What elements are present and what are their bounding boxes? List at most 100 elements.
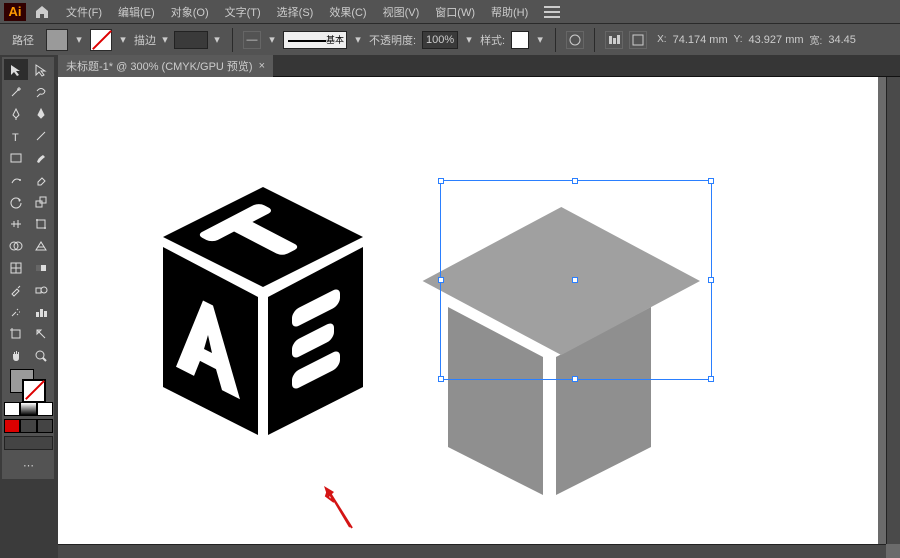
separator (594, 28, 595, 52)
shaper-tool[interactable] (4, 169, 28, 190)
opacity-dropdown-icon[interactable]: ▾ (464, 29, 474, 51)
menu-edit[interactable]: 编辑(E) (110, 1, 163, 23)
recolor-icon[interactable] (566, 31, 584, 49)
stroke-weight-group: 描边 ▾ ▾ (134, 29, 222, 51)
stroke-panel-icon[interactable]: ▾ (160, 29, 170, 51)
stroke-indicator[interactable] (22, 379, 46, 403)
stroke-dropdown-icon[interactable]: ▾ (118, 29, 128, 51)
document-tab[interactable]: 未标题-1* @ 300% (CMYK/GPU 预览) × (58, 55, 273, 77)
handle-s[interactable] (572, 376, 578, 382)
draw-normal[interactable] (4, 419, 20, 433)
w-label: 宽: (810, 32, 823, 47)
slice-tool[interactable] (29, 323, 53, 344)
home-icon[interactable] (34, 4, 50, 20)
transform-icon[interactable] (629, 31, 647, 49)
blend-tool[interactable] (29, 279, 53, 300)
menu-window[interactable]: 窗口(W) (427, 1, 483, 23)
width-profile[interactable]: 基本 (283, 31, 347, 49)
artboard-tool[interactable] (4, 323, 28, 344)
curvature-tool[interactable] (29, 103, 53, 124)
opacity-label: 不透明度: (369, 32, 416, 48)
draw-behind[interactable] (20, 419, 36, 433)
handle-center[interactable] (572, 277, 578, 283)
style-swatch[interactable] (511, 31, 529, 49)
menu-object[interactable]: 对象(O) (163, 1, 217, 23)
free-transform-tool[interactable] (29, 213, 53, 234)
pen-tool[interactable] (4, 103, 28, 124)
svg-text:T: T (12, 132, 19, 143)
rectangle-tool[interactable] (4, 147, 28, 168)
mesh-tool[interactable] (4, 257, 28, 278)
y-label: Y: (734, 34, 743, 45)
selection-tool[interactable] (4, 59, 28, 80)
align-icon[interactable] (605, 31, 623, 49)
handle-sw[interactable] (438, 376, 444, 382)
app-logo: Ai (4, 3, 26, 21)
y-value[interactable]: 43.927 mm (749, 34, 804, 46)
fill-swatch[interactable] (46, 29, 68, 51)
profile-dropdown-icon[interactable]: ▾ (353, 29, 363, 51)
hand-tool[interactable] (4, 345, 28, 366)
stroke-weight-dropdown-icon[interactable]: ▾ (212, 29, 222, 51)
scale-tool[interactable] (29, 191, 53, 212)
symbol-sprayer-tool[interactable] (4, 301, 28, 322)
menu-type[interactable]: 文字(T) (217, 1, 269, 23)
type-tool[interactable]: T (4, 125, 28, 146)
stroke-label: 描边 (134, 32, 156, 48)
line-tool[interactable] (29, 125, 53, 146)
opacity-input[interactable]: 100% (422, 31, 458, 49)
color-mode-none[interactable] (37, 402, 53, 416)
scrollbar-vertical[interactable] (886, 77, 900, 544)
handle-se[interactable] (708, 376, 714, 382)
menu-effect[interactable]: 效果(C) (321, 1, 374, 23)
layout-menu-icon[interactable] (544, 6, 560, 18)
eraser-tool[interactable] (29, 169, 53, 190)
style-label: 样式: (480, 32, 505, 48)
gradient-tool[interactable] (29, 257, 53, 278)
handle-n[interactable] (572, 178, 578, 184)
menu-select[interactable]: 选择(S) (269, 1, 322, 23)
stroke-swatch-none[interactable] (90, 29, 112, 51)
stroke-weight-input[interactable] (174, 31, 208, 49)
lasso-tool[interactable] (29, 81, 53, 102)
shape-builder-tool[interactable] (4, 235, 28, 256)
color-mode-gradient[interactable] (20, 402, 36, 416)
handle-e[interactable] (708, 277, 714, 283)
close-tab-icon[interactable]: × (259, 60, 265, 72)
screen-mode-button[interactable] (4, 436, 53, 450)
menu-file[interactable]: 文件(F) (58, 1, 110, 23)
x-value[interactable]: 74.174 mm (673, 34, 728, 46)
handle-w[interactable] (438, 277, 444, 283)
tab-title: 未标题-1* @ 300% (CMYK/GPU 预览) (66, 58, 253, 74)
perspective-grid-tool[interactable] (29, 235, 53, 256)
black-cube-artwork (163, 187, 363, 435)
direct-selection-tool[interactable] (29, 59, 53, 80)
draw-inside[interactable] (37, 419, 53, 433)
screen-mode-row (4, 436, 53, 452)
profile-label: 基本 (326, 33, 344, 46)
rotate-tool[interactable] (4, 191, 28, 212)
magic-wand-tool[interactable] (4, 81, 28, 102)
w-value[interactable]: 34.45 (828, 34, 856, 46)
width-tool[interactable] (4, 213, 28, 234)
eyedropper-tool[interactable] (4, 279, 28, 300)
brush-def-dropdown-icon[interactable]: ▾ (267, 29, 277, 51)
selection-box[interactable] (440, 180, 712, 380)
style-dropdown-icon[interactable]: ▾ (535, 29, 545, 51)
handle-ne[interactable] (708, 178, 714, 184)
annotation-arrow-icon (320, 482, 360, 532)
menu-view[interactable]: 视图(V) (375, 1, 428, 23)
column-graph-tool[interactable] (29, 301, 53, 322)
menu-help[interactable]: 帮助(H) (483, 1, 536, 23)
paintbrush-tool[interactable] (29, 147, 53, 168)
brush-def-icon[interactable]: — (243, 31, 261, 49)
handle-nw[interactable] (438, 178, 444, 184)
color-mode-normal[interactable] (4, 402, 20, 416)
edit-toolbar-button[interactable]: ⋯ (4, 453, 53, 477)
fill-dropdown-icon[interactable]: ▾ (74, 29, 84, 51)
scrollbar-horizontal[interactable] (58, 544, 886, 558)
fill-stroke-indicator[interactable] (4, 367, 53, 401)
artboard[interactable] (58, 77, 878, 547)
canvas-area[interactable] (58, 77, 900, 558)
zoom-tool[interactable] (29, 345, 53, 366)
